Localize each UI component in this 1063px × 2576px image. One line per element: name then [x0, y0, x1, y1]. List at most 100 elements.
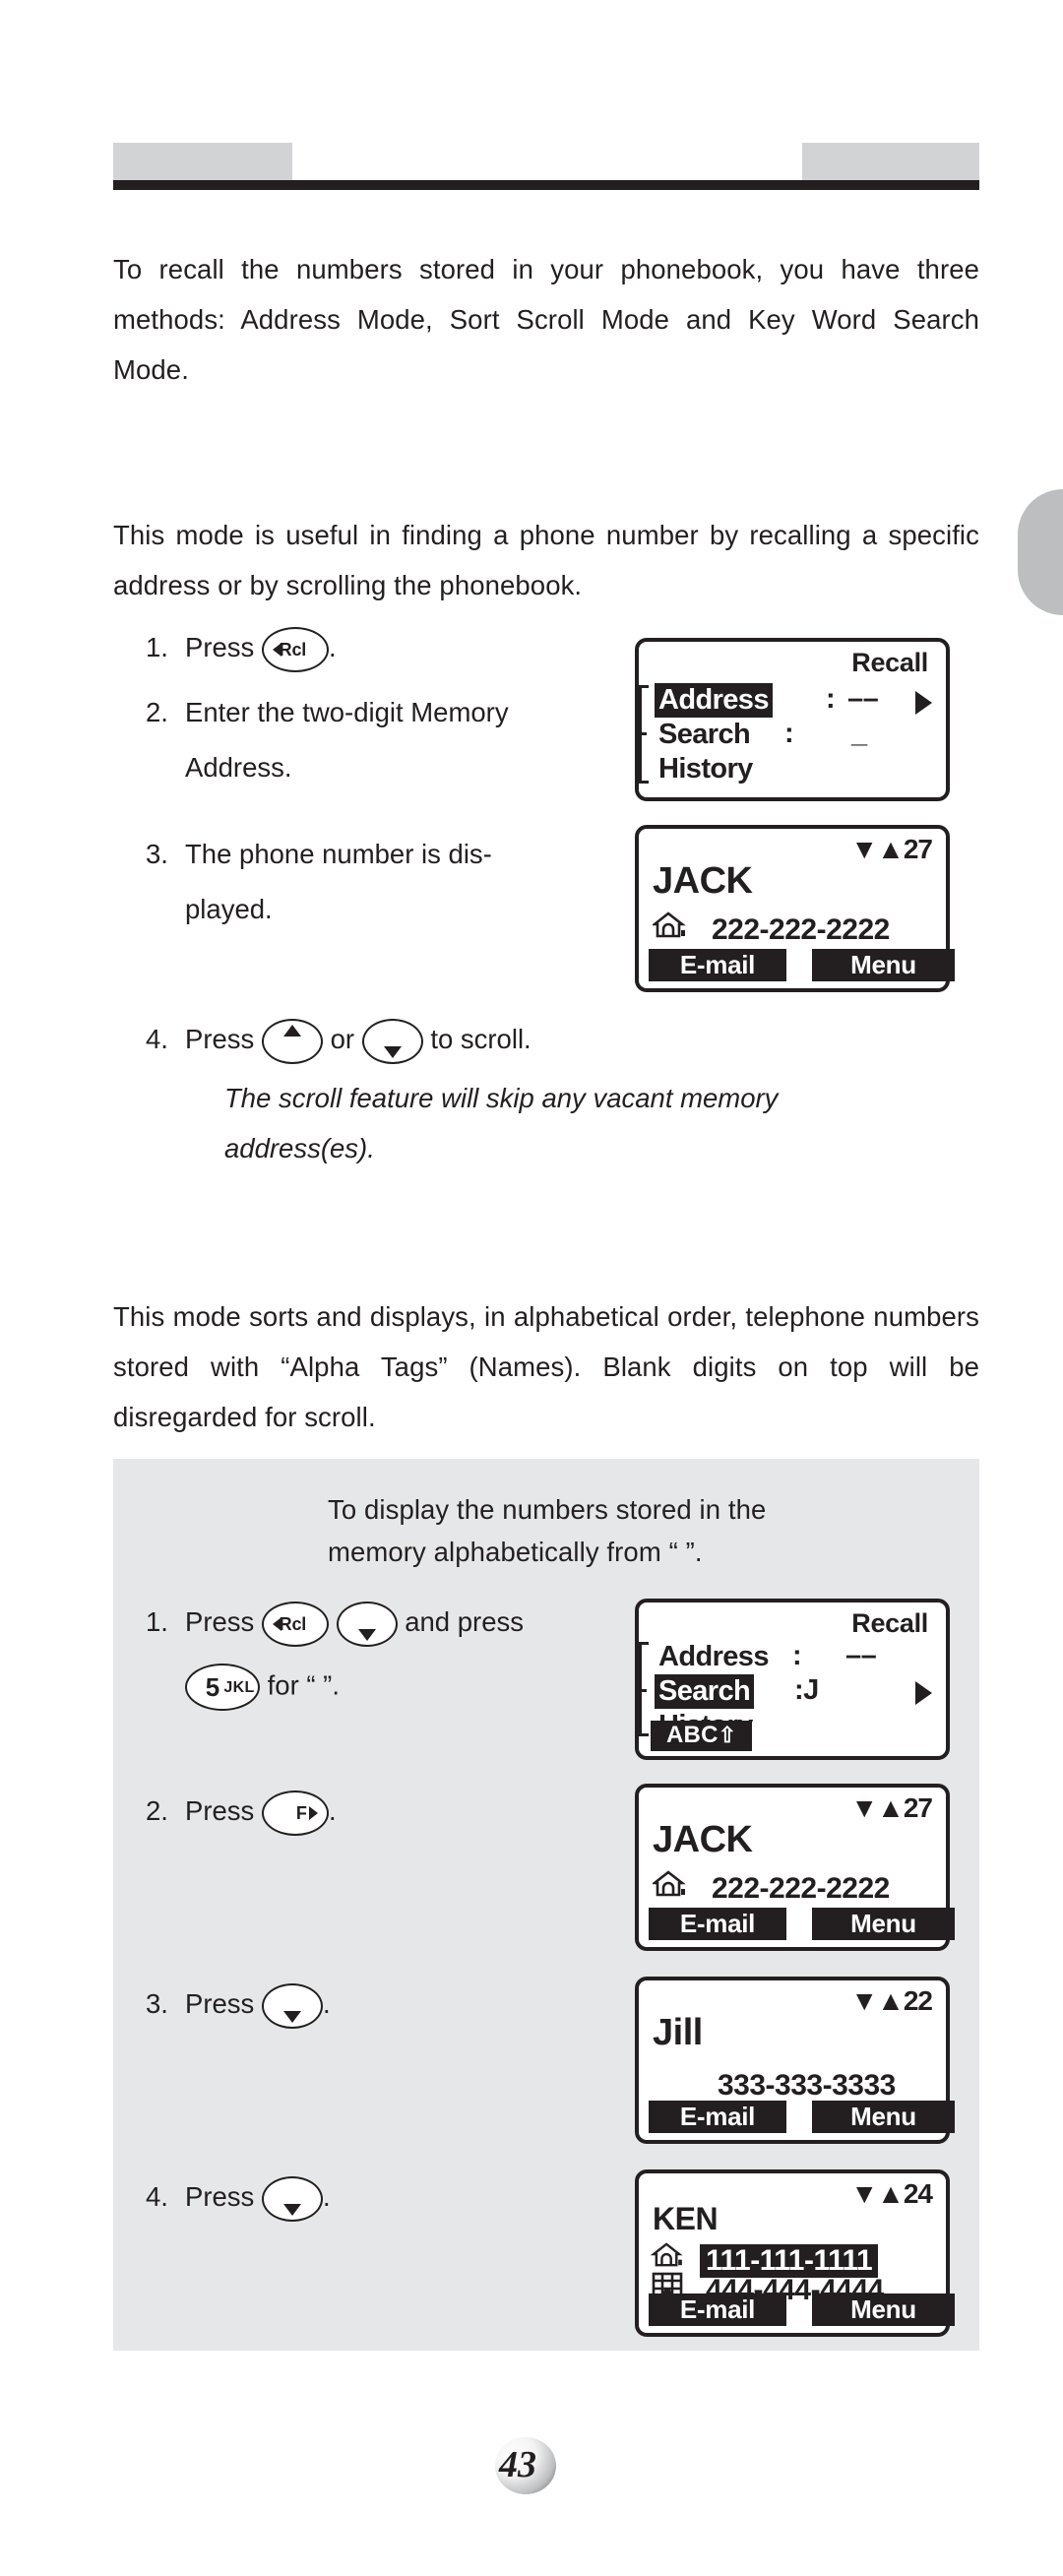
scroll-index-value: 24: [903, 2178, 933, 2209]
lcd-jack2-screen: ▼▲27 JACK 222-222-2222 E-mail Menu: [635, 1784, 955, 1951]
address-step-4: 4. Press or to scroll.: [146, 1018, 532, 1064]
step-text-end: .: [328, 632, 337, 662]
lcd-menu-row: Address: [655, 683, 773, 718]
contact-number: 222-222-2222: [712, 913, 890, 946]
rcl-key-icon[interactable]: Rcl: [261, 1601, 329, 1647]
sort-step-2: 2. Press F.: [146, 1790, 337, 1836]
step-text: The phone number is dis-: [185, 839, 492, 869]
rcl-key-label: Rcl: [279, 1613, 307, 1634]
step-text-end: to scroll.: [430, 1024, 532, 1054]
softkey-email[interactable]: E-mail: [649, 2293, 786, 2326]
scroll-index: ▼▲27: [850, 834, 933, 865]
lcd-softkey-bar: E-mail Menu: [649, 1908, 955, 1941]
step-text: Press: [185, 1988, 255, 2019]
abc-softkey[interactable]: ABC⇧: [651, 1721, 753, 1751]
address-step-3: 3. The phone number is dis-: [146, 833, 492, 876]
step-text-mid: or: [330, 1024, 355, 1054]
step-text-end: .: [322, 2181, 331, 2212]
address-colon: :: [792, 1640, 802, 1671]
abc-label: ABC: [666, 1722, 719, 1748]
step-number: 3.: [146, 839, 168, 869]
menu-item-address[interactable]: Address: [655, 683, 773, 718]
scroll-index: ▼▲27: [850, 1792, 933, 1824]
lcd-ken-screen: ▼▲24 KEN 111-111-1111 444-444-4444 E-mai…: [635, 2169, 955, 2337]
scroll-up-key-icon[interactable]: [261, 1018, 323, 1064]
step-text: Press: [185, 1606, 255, 1637]
scroll-arrows-icon: ▼▲: [850, 1792, 904, 1823]
contact-name: KEN: [653, 2201, 719, 2236]
menu-item-address[interactable]: Address: [655, 1640, 773, 1674]
right-triangle-icon: [308, 1805, 318, 1820]
step-number: 4.: [146, 1024, 168, 1054]
scroll-arrows-icon: ▼▲: [850, 834, 904, 864]
page-number-value: 43: [499, 2444, 536, 2485]
step-number: 1.: [146, 1606, 168, 1637]
page-header: [113, 143, 979, 192]
sort-step-1-cont: 5 JKL for “ ”.: [185, 1664, 340, 1711]
scroll-index: ▼▲22: [850, 1985, 933, 2017]
scroll-down-key-icon[interactable]: [361, 1018, 423, 1064]
lcd-menu-row: Address: [655, 1640, 773, 1674]
address-step-3-cont: played.: [185, 888, 273, 931]
home-icon: [651, 911, 686, 944]
panel-intro-line2: memory alphabetically from “ ”.: [328, 1537, 703, 1567]
menu-item-search[interactable]: Search: [655, 718, 754, 752]
step-number: 1.: [146, 632, 168, 662]
scroll-arrows-icon: ▼▲: [850, 1985, 904, 2016]
sort-step-1: 1. Press Rcl and press: [146, 1601, 524, 1647]
step-text: Enter the two-digit Memory: [185, 697, 509, 727]
step-number: 3.: [146, 1988, 168, 2019]
intro-paragraph: To recall the numbers stored in your pho…: [113, 254, 979, 385]
fn-key-label: F: [295, 1802, 307, 1823]
softkey-email[interactable]: E-mail: [649, 2101, 786, 2133]
scroll-arrows-icon: ▼▲: [850, 2178, 904, 2209]
down-triangle-icon: [357, 1628, 376, 1641]
lcd-jack-screen: ▼▲27 JACK 222-222-2222 E-mail Menu: [635, 825, 955, 992]
right-triangle-icon: [923, 955, 938, 976]
step-text-end: .: [328, 1795, 337, 1826]
softkey-email[interactable]: E-mail: [649, 949, 786, 981]
five-jkl-key-icon[interactable]: 5 JKL: [185, 1664, 260, 1711]
step-text: Press: [185, 1795, 255, 1826]
menu-item-search[interactable]: Search: [655, 1674, 755, 1709]
scroll-index-value: 27: [903, 1792, 933, 1823]
down-triangle-icon: [383, 1045, 402, 1058]
lcd-title: Recall: [851, 648, 928, 677]
lcd-menu-row: Search: [655, 1674, 773, 1709]
rcl-key-icon[interactable]: Rcl: [261, 626, 329, 672]
header-tab-left: [113, 143, 292, 180]
address-step-note-line2: address(es).: [224, 1133, 375, 1163]
contact-name: Jill: [653, 2012, 703, 2053]
shift-up-icon: ⇧: [718, 1723, 737, 1747]
lcd-softkey-bar: E-mail Menu: [649, 949, 955, 982]
step-text: Address.: [185, 752, 292, 783]
search-value: :J: [794, 1674, 819, 1706]
scroll-down-key-icon[interactable]: [336, 1601, 398, 1647]
menu-bracket-tick-icon: [639, 1689, 647, 1692]
right-triangle-icon: [923, 2299, 938, 2321]
header-tab-right: [802, 143, 979, 180]
key-letters: JKL: [223, 1678, 255, 1696]
sort-step-4: 4. Press .: [146, 2175, 331, 2222]
address-mode-paragraph: This mode is useful in finding a phone n…: [113, 520, 979, 600]
scroll-down-key-icon[interactable]: [261, 1982, 323, 2029]
search-value: _: [851, 718, 867, 749]
address-value: ––: [845, 1640, 877, 1671]
lcd-menu-row: History: [655, 752, 773, 786]
softkey-email[interactable]: E-mail: [649, 1908, 786, 1940]
address-step-note-line1: The scroll feature will skip any vacant …: [224, 1083, 779, 1113]
scroll-index-value: 27: [903, 834, 933, 864]
lcd-jill-screen: ▼▲22 Jill 333-333-3333 E-mail Menu: [635, 1977, 955, 2144]
address-step-1: 1. Press Rcl.: [146, 626, 337, 672]
step-number: 2.: [146, 1795, 168, 1826]
scroll-down-key-icon[interactable]: [261, 2175, 323, 2222]
home-icon: [651, 1870, 686, 1903]
lcd-softkey-bar: E-mail Menu: [649, 2101, 955, 2134]
fn-key-icon[interactable]: F: [261, 1790, 329, 1836]
menu-item-history[interactable]: History: [655, 752, 757, 786]
right-triangle-icon: [915, 1681, 932, 1705]
right-triangle-icon: [915, 691, 932, 715]
menu-bracket-tick-icon: [639, 732, 647, 735]
down-triangle-icon: [282, 2203, 301, 2216]
right-triangle-icon: [923, 2106, 938, 2128]
